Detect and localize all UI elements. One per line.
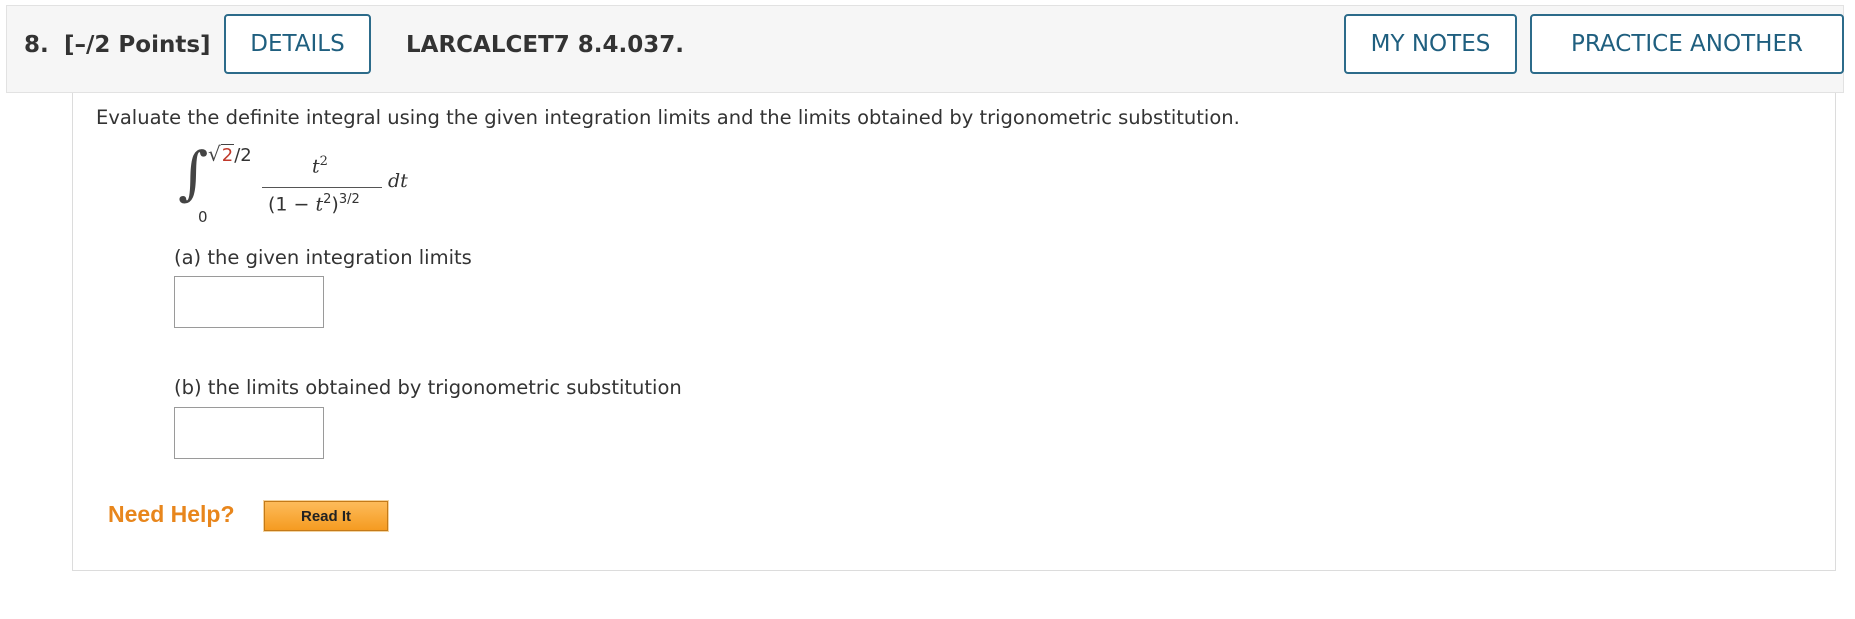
denominator-close: ): [331, 193, 339, 216]
sqrt-icon: √: [208, 142, 221, 166]
lower-limit: 0: [198, 208, 208, 226]
read-it-button[interactable]: Read It: [263, 500, 389, 532]
integrand-denominator: (1 − t2)3/2: [268, 192, 360, 215]
integrand-numerator: t2: [312, 154, 328, 177]
part-a-label: (a) the given integration limits: [174, 246, 472, 269]
points-label: [–/2 Points]: [64, 32, 211, 58]
upper-limit: √2/2: [208, 142, 252, 166]
practice-another-button[interactable]: PRACTICE ANOTHER: [1530, 14, 1844, 74]
details-button[interactable]: DETAILS: [224, 14, 371, 74]
fraction-bar: [262, 187, 382, 188]
question-code: LARCALCET7 8.4.037.: [406, 32, 685, 58]
part-a-answer-input[interactable]: [174, 276, 324, 328]
question-prompt: Evaluate the definite integral using the…: [96, 106, 1240, 129]
upper-limit-sqrt-arg: 2: [220, 144, 235, 166]
numerator-var: t: [312, 155, 320, 178]
part-b-answer-input[interactable]: [174, 407, 324, 459]
my-notes-button[interactable]: MY NOTES: [1344, 14, 1517, 74]
denominator-prefix: (1 −: [268, 193, 316, 216]
question-number: 8.: [24, 32, 49, 58]
numerator-exp: 2: [319, 154, 328, 169]
integral-expression: ∫ √2/2 0 t2 (1 − t2)3/2 dt: [170, 142, 450, 232]
differential: dt: [388, 170, 408, 192]
denominator-outer-exp: 3/2: [338, 192, 360, 207]
denominator-var: t: [315, 193, 324, 216]
part-b-label: (b) the limits obtained by trigonometric…: [174, 376, 682, 399]
integral-sign: ∫: [178, 139, 209, 207]
need-help-label: Need Help?: [108, 501, 235, 527]
upper-limit-rest: /2: [234, 145, 252, 166]
